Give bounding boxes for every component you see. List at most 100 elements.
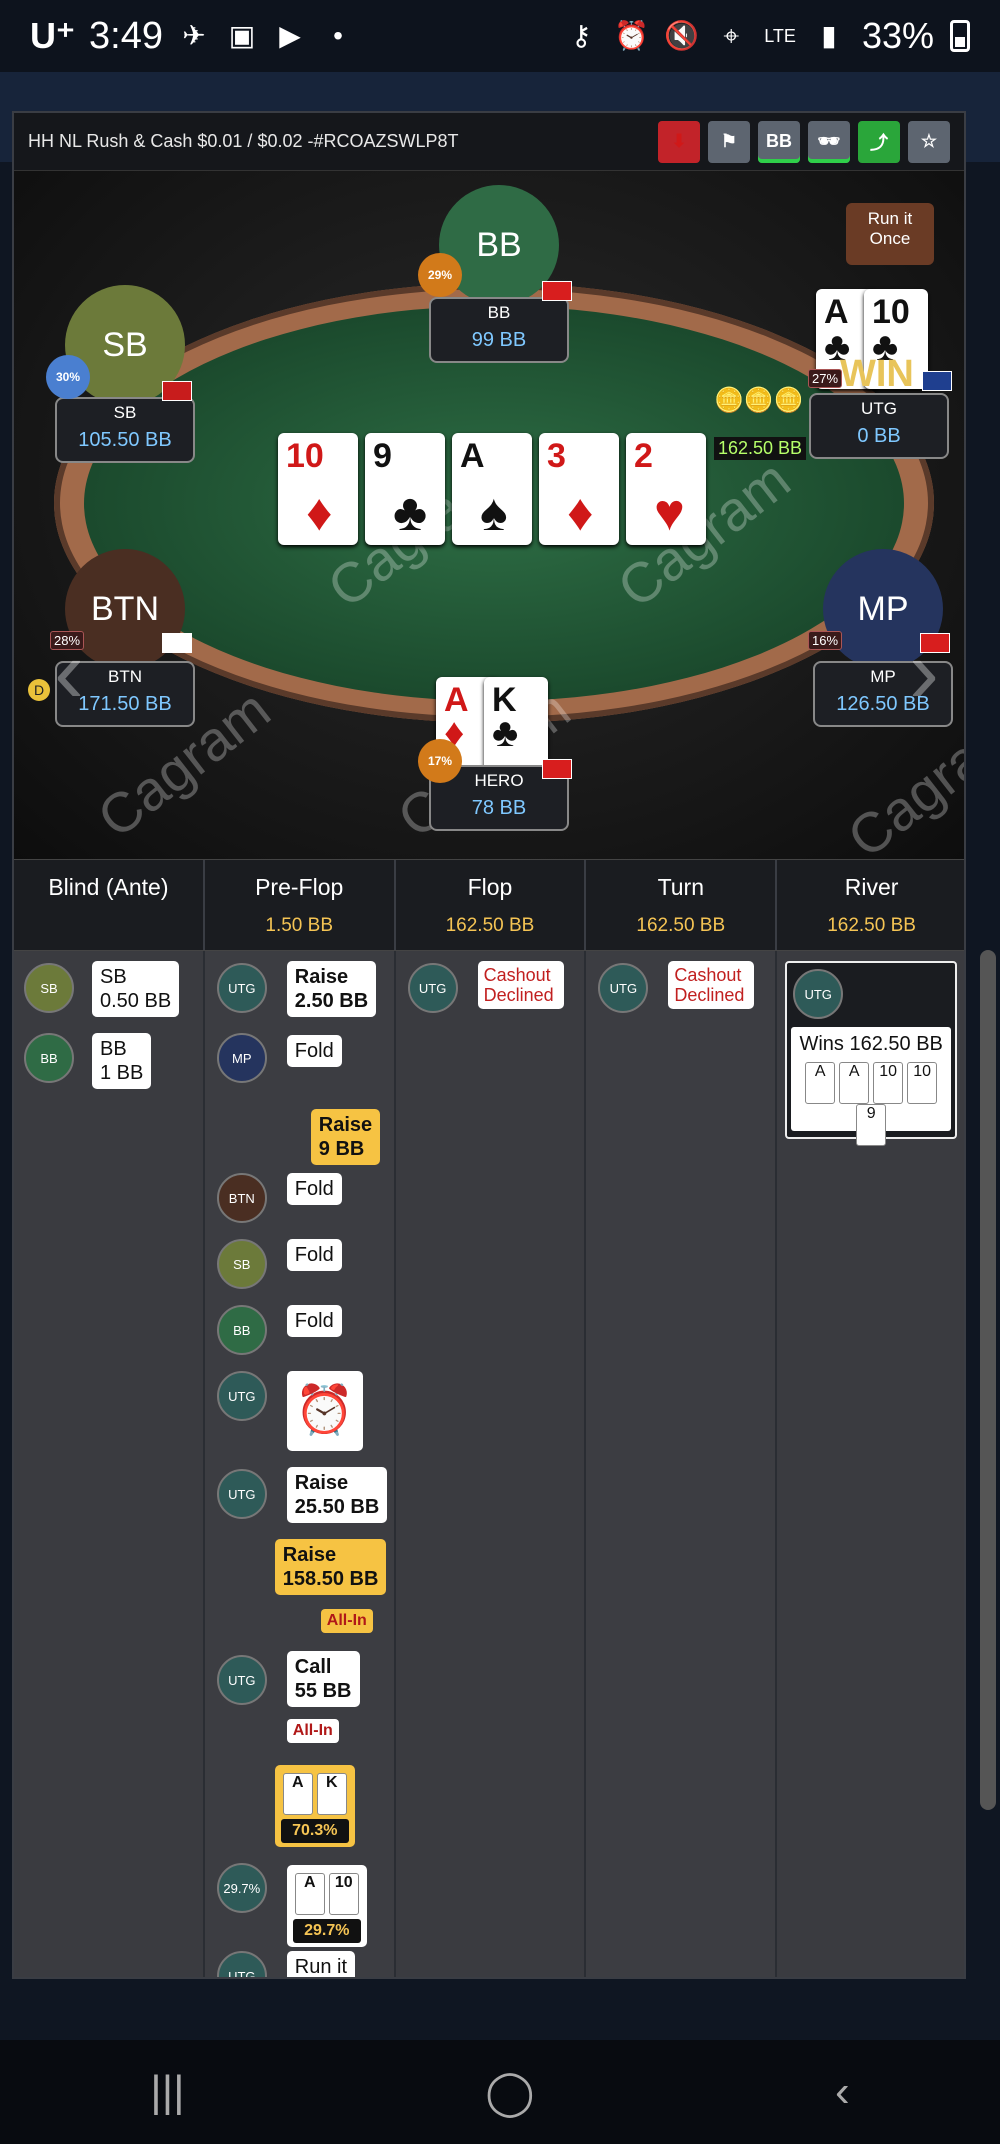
seat-sb[interactable]: SB SB 105.50 BB 30% (46, 285, 200, 463)
bb-toggle-button[interactable]: BB (758, 120, 800, 163)
recent-apps-icon[interactable]: ||| (150, 2067, 184, 2117)
position-chip: UTG (407, 963, 458, 1013)
tab-river[interactable]: River 162.50 BB (777, 860, 964, 950)
star-icon: ☆ (920, 131, 938, 151)
download-icon: ⬇ (671, 131, 687, 151)
action-line: 2.50 BB (294, 990, 369, 1012)
player-stack: 78 BB (471, 797, 527, 819)
nameplate: BB 99 BB (429, 297, 569, 363)
board-card: 3 ♦ (539, 433, 619, 545)
seat-utg[interactable]: A ♣ 10 ♣ WIN UTG 0 BB 27% (804, 289, 954, 459)
win-text: Wins 162.50 BB (799, 1033, 943, 1055)
street-pot: 1.50 BB (265, 915, 333, 936)
pot-chips-icon: 🪙🪙🪙 (714, 387, 804, 414)
mini-card: 10 (907, 1062, 938, 1104)
equity-value: 29.7% (292, 1919, 361, 1943)
card-rank: 10 (286, 437, 324, 475)
winning-cards: A A 10 109 (791, 1062, 951, 1146)
vpip-badge: 30% (46, 355, 90, 399)
tab-turn[interactable]: Turn 162.50 BB (586, 860, 778, 950)
card-suit-icon: ♥ (654, 484, 685, 542)
clock: 3:49 (89, 14, 163, 57)
position-chip: BB (216, 1305, 267, 1355)
player-name: BB (487, 303, 511, 322)
action-bubble: Fold (286, 1305, 342, 1337)
status-bar: U⁺ 3:49 ✈ ▣ ▶ • ⚷ ⏰ 🔇 ⌖ LTE ▮ 33% (0, 0, 1000, 72)
flag-button[interactable]: ⚑ (708, 120, 750, 163)
player-stack: 105.50 BB (78, 429, 172, 451)
equity-box: A 10 29.7% (286, 1865, 367, 1947)
next-hand-arrow-icon[interactable]: › (909, 621, 939, 724)
position-chip: BB (24, 1033, 74, 1083)
win-panel: Wins 162.50 BB A A 10 109 (791, 1027, 952, 1146)
position-chip: UTG (216, 1951, 267, 1977)
position-chip: UTG (216, 963, 267, 1013)
flag-icon (162, 381, 192, 401)
lte-label: LTE (764, 25, 796, 46)
favorite-button[interactable]: ☆ (908, 120, 950, 163)
player-stack: 99 BB (471, 329, 527, 351)
action-line: BB (100, 1038, 127, 1060)
home-icon[interactable]: ◯ (485, 2067, 534, 2118)
poker-table: Cagram Cagram Cagram Cagram Cagram Run i… (14, 171, 964, 870)
flag-icon: ⚑ (720, 131, 738, 151)
card-rank: 9 (373, 437, 392, 475)
seat-hero[interactable]: A ♦ K ♣ HERO 78 BB 17% (418, 677, 574, 831)
prev-hand-arrow-icon[interactable]: ‹ (54, 621, 84, 724)
send-icon: ✈ (182, 20, 206, 51)
nameplate: SB 105.50 BB (55, 397, 195, 463)
incognito-button[interactable]: 🕶 (808, 120, 850, 163)
mini-card: 10 (328, 1873, 359, 1915)
battery-percent: 33% (861, 15, 934, 56)
hand-history-panel: HH NL Rush & Cash $0.01 / $0.02 -#RCOAZS… (12, 111, 966, 1979)
download-button[interactable]: ⬇ (658, 120, 700, 163)
gallery-icon: ▣ (228, 20, 256, 51)
equity-value: 70.3% (280, 1819, 349, 1843)
back-icon[interactable]: ‹ (835, 2067, 850, 2117)
position-chip: SB (216, 1239, 267, 1289)
position-chip: MP (216, 1033, 267, 1083)
action-line: SB (100, 966, 127, 988)
position-chip: BTN (216, 1173, 267, 1223)
share-icon: ⤴ (870, 132, 888, 153)
position-chip: 29.7% (216, 1863, 267, 1913)
equity-box: AK 70.3% (274, 1765, 355, 1847)
incognito-icon: 🕶 (817, 131, 841, 151)
action-line: Raise (318, 1114, 373, 1136)
tab-blind[interactable]: Blind (Ante) (14, 860, 205, 950)
dot-icon: • (333, 20, 343, 51)
panel-header: HH NL Rush & Cash $0.01 / $0.02 -#RCOAZS… (14, 113, 964, 171)
card-rank: A (460, 437, 485, 475)
street-pot: 162.50 BB (636, 915, 726, 936)
street-name: Flop (467, 874, 513, 900)
flag-icon (542, 759, 572, 779)
tab-preflop[interactable]: Pre-Flop 1.50 BB (205, 860, 396, 950)
board-card: 2 ♥ (626, 433, 706, 545)
android-nav-bar: ||| ◯ ‹ (0, 2040, 1000, 2144)
action-bubble: BB 1 BB (92, 1033, 152, 1089)
mini-card: 10 (873, 1062, 904, 1104)
win-label: WIN (840, 353, 914, 395)
card-suit-icon: ♣ (393, 484, 428, 542)
action-bubble: SB 0.50 BB (92, 961, 180, 1017)
club-icon: ♣ (492, 711, 519, 755)
cashout-bubble: Cashout Declined (668, 961, 755, 1009)
tab-flop[interactable]: Flop 162.50 BB (396, 860, 587, 950)
mini-card: 9 (856, 1104, 887, 1146)
street-name: River (844, 874, 899, 900)
position-chip: UTG (216, 1655, 267, 1705)
carrier-label: U⁺ (30, 15, 75, 56)
card-suit-icon: ♦ (306, 484, 333, 542)
action-line: Raise (294, 1472, 349, 1494)
board-card: 9 ♣ (365, 433, 445, 545)
share-button[interactable]: ⤴ (858, 120, 900, 163)
player-name: SB (113, 403, 137, 422)
mute-icon: 🔇 (664, 20, 700, 51)
pot-amount: 162.50 BB (714, 437, 807, 460)
seat-bb[interactable]: BB BB 99 BB 29% (418, 185, 574, 363)
vpip-badge: 17% (418, 739, 462, 783)
cashout-bubble: Cashout Declined (477, 961, 564, 1009)
card-suit-icon: ♦ (567, 484, 594, 542)
scrollbar[interactable] (980, 950, 996, 1810)
all-in-tag: All-In (286, 1719, 339, 1743)
